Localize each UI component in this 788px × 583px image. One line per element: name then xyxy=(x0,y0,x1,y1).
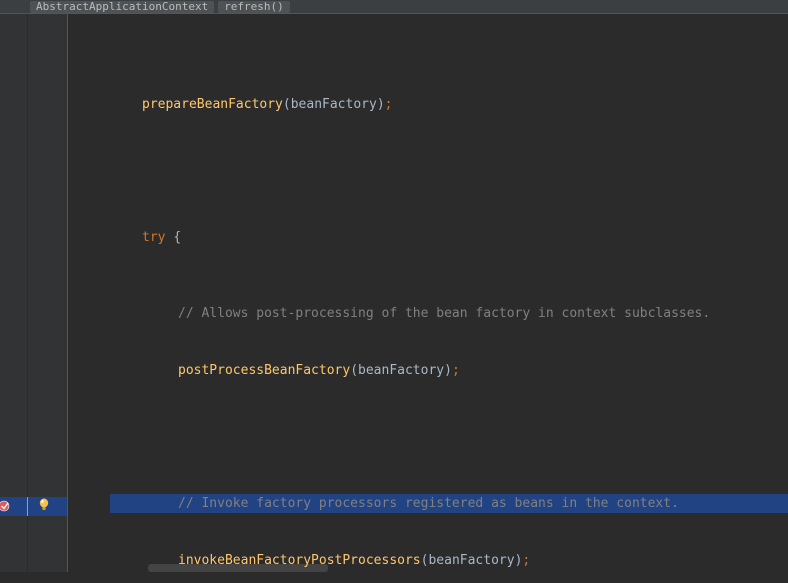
breadcrumb[interactable]: AbstractApplicationContext refresh() xyxy=(0,0,788,14)
intention-bulb-icon[interactable] xyxy=(36,496,52,512)
breadcrumb-method[interactable]: refresh() xyxy=(218,1,290,13)
breadcrumb-class[interactable]: AbstractApplicationContext xyxy=(30,1,214,13)
gutter-icons[interactable] xyxy=(28,14,68,572)
execution-caret xyxy=(27,497,28,516)
blank-line xyxy=(110,152,788,171)
breakpoint-icon[interactable] xyxy=(0,498,16,514)
code-line[interactable]: invokeBeanFactoryPostProcessors(beanFact… xyxy=(110,551,788,570)
code-area[interactable]: prepareBeanFactory(beanFactory); try { /… xyxy=(110,14,788,572)
editor[interactable]: prepareBeanFactory(beanFactory); try { /… xyxy=(0,14,788,572)
fold-column[interactable] xyxy=(68,14,110,572)
code-line[interactable]: // Invoke factory processors registered … xyxy=(110,494,788,513)
code-line[interactable]: prepareBeanFactory(beanFactory); xyxy=(110,95,788,114)
gutter-breakpoints[interactable] xyxy=(0,14,28,572)
code-line[interactable]: // Allows post-processing of the bean fa… xyxy=(110,304,788,323)
code-line[interactable]: postProcessBeanFactory(beanFactory); xyxy=(110,361,788,380)
code-line[interactable]: try { xyxy=(110,228,788,247)
blank-line xyxy=(110,418,788,437)
